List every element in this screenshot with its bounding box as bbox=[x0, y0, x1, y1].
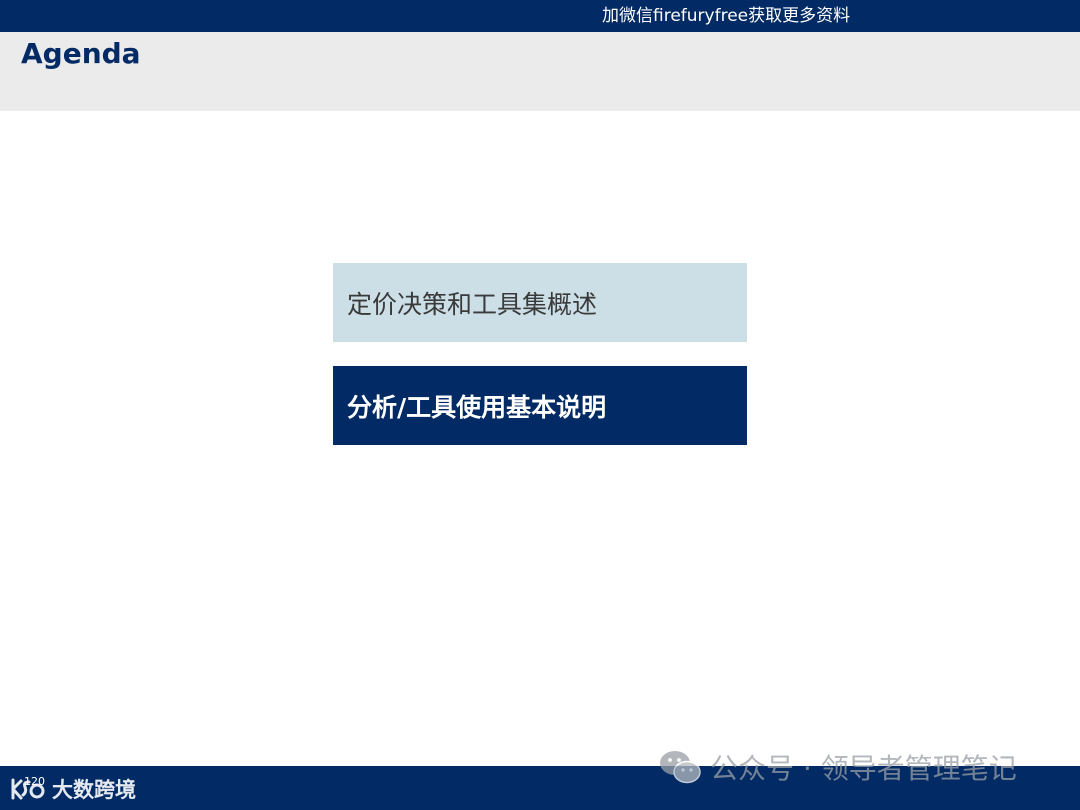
watermark-text: 公众号 · 领导者管理笔记 bbox=[710, 752, 1017, 785]
agenda-item-label: 定价决策和工具集概述 bbox=[347, 289, 598, 319]
slide-title: Agenda bbox=[21, 37, 141, 70]
footer-logo-text: 大数跨境 bbox=[52, 778, 136, 802]
wechat-watermark: 公众号 · 领导者管理笔记 bbox=[658, 746, 1017, 788]
page-number: 120 bbox=[24, 775, 45, 788]
wechat-icon bbox=[658, 748, 702, 786]
agenda-item-tool-usage-active: 分析/工具使用基本说明 bbox=[333, 366, 747, 445]
promo-text: 加微信firefuryfree获取更多资料 bbox=[602, 6, 851, 26]
agenda-item-label: 分析/工具使用基本说明 bbox=[347, 392, 607, 422]
top-banner: 加微信firefuryfree获取更多资料 bbox=[0, 0, 1080, 32]
agenda-item-pricing-overview: 定价决策和工具集概述 bbox=[333, 263, 747, 342]
title-band bbox=[0, 32, 1080, 111]
